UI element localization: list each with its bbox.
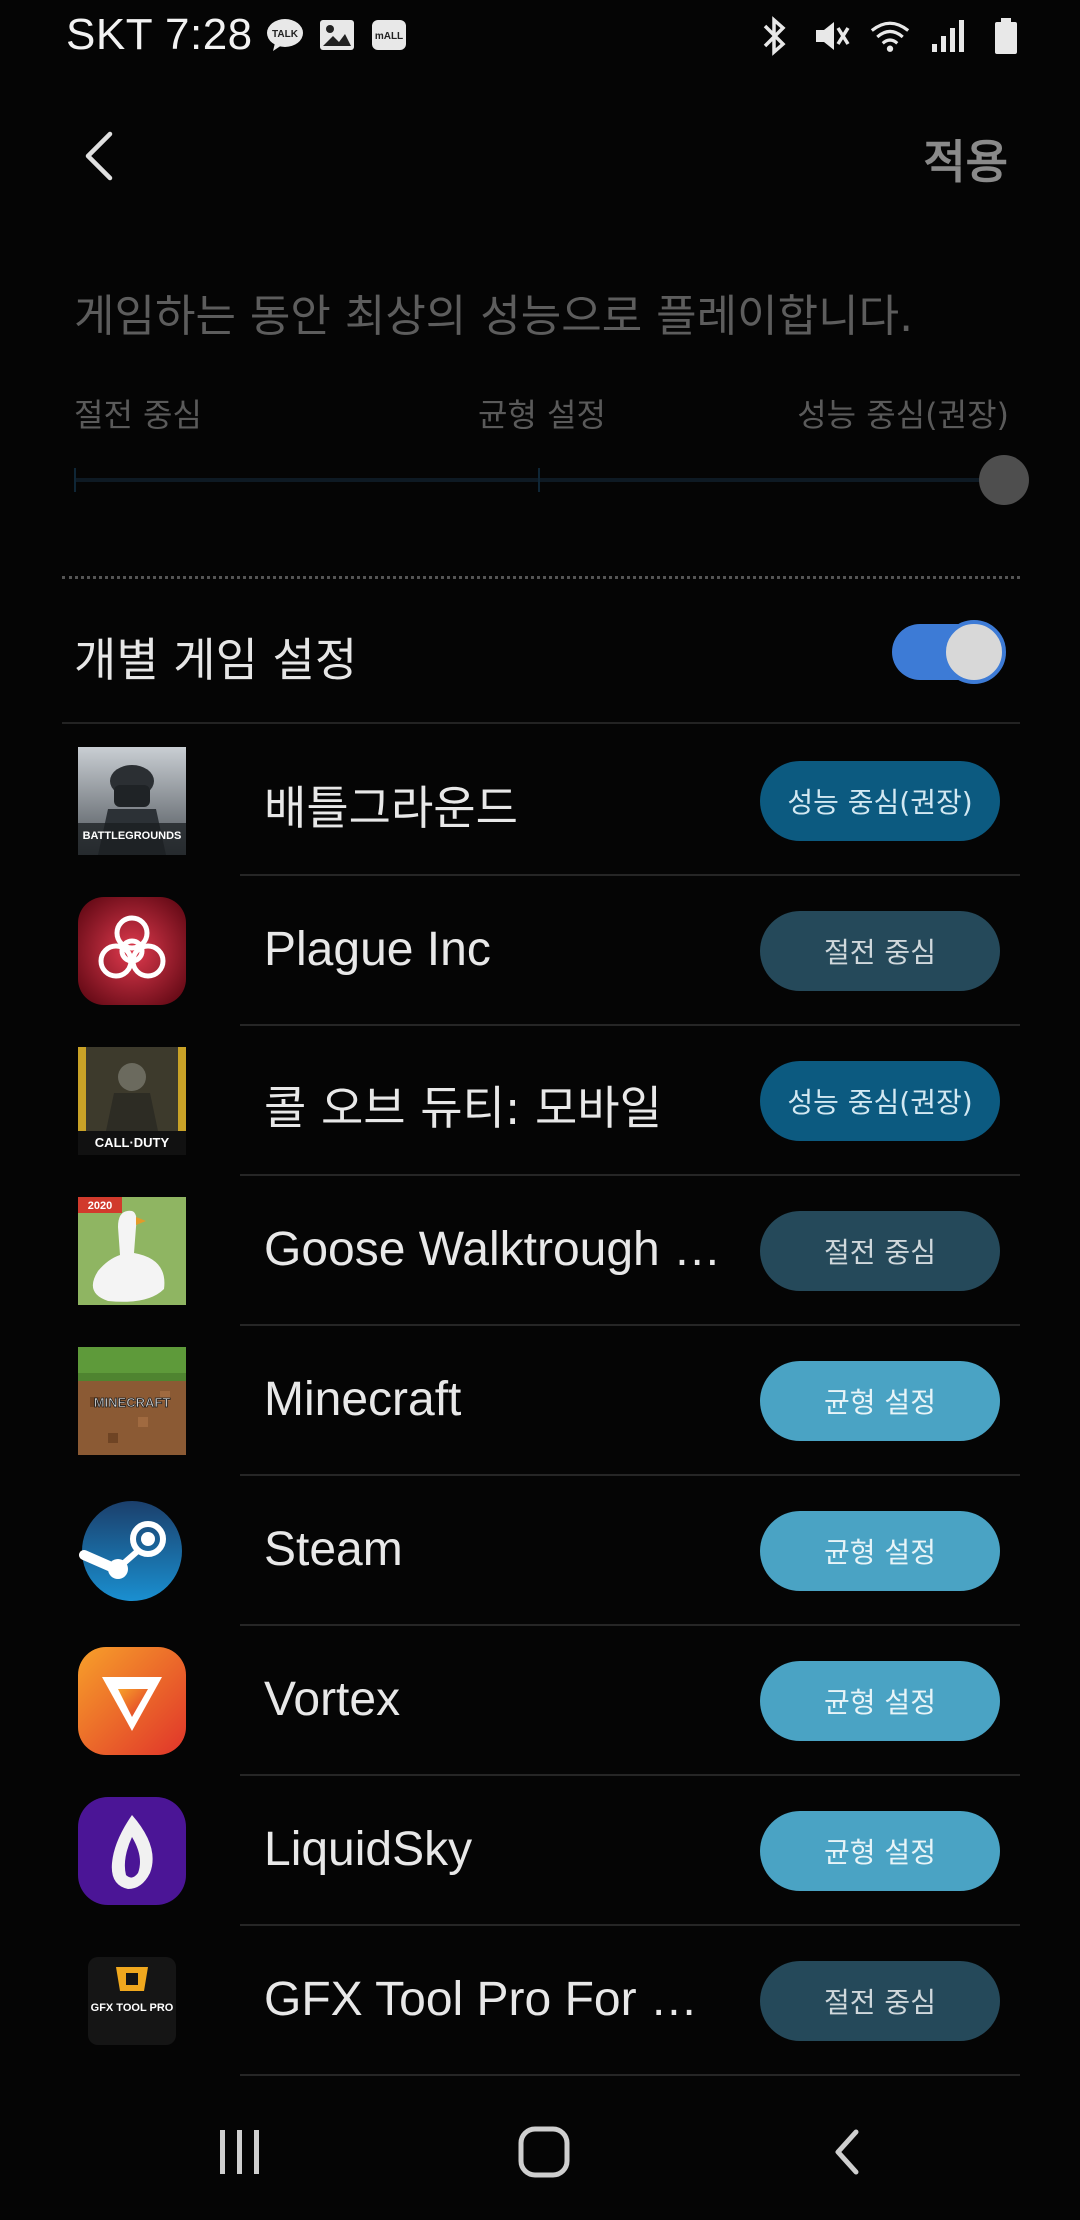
game-mode-button[interactable]: 균형 설정 bbox=[760, 1811, 1000, 1891]
toggle-knob bbox=[942, 620, 1006, 684]
game-row[interactable]: 2020 Goose Walktrough 2020 절전 중심 bbox=[62, 1176, 1020, 1326]
signal-icon bbox=[928, 14, 968, 58]
battery-icon bbox=[986, 14, 1026, 58]
game-row[interactable]: MINECRAFT Minecraft 균형 설정 bbox=[62, 1326, 1020, 1476]
game-name: Goose Walktrough 2020 bbox=[264, 1223, 744, 1276]
game-mode-button[interactable]: 균형 설정 bbox=[760, 1661, 1000, 1741]
gfx-tool-icon-text: GFX TOOL PRO bbox=[91, 2002, 174, 2014]
home-icon bbox=[518, 2126, 570, 2178]
game-row[interactable]: LiquidSky 균형 설정 bbox=[62, 1776, 1020, 1926]
back-icon bbox=[835, 2129, 859, 2175]
goose-icon-text: 2020 bbox=[88, 1200, 112, 1212]
game-name: Plague Inc bbox=[264, 923, 491, 976]
minecraft-icon: MINECRAFT bbox=[78, 1347, 186, 1455]
battlegrounds-icon-text: BATTLEGROUNDS bbox=[83, 830, 182, 842]
carrier-time: SKT 7:28 bbox=[66, 10, 253, 59]
home-button[interactable] bbox=[504, 2116, 584, 2188]
mode-description: 게임하는 동안 최상의 성능으로 플레이합니다. bbox=[74, 291, 914, 342]
balanced-label: 균형 설정 bbox=[478, 396, 606, 434]
game-mode-button[interactable]: 균형 설정 bbox=[760, 1361, 1000, 1441]
goose-icon: 2020 bbox=[78, 1197, 186, 1305]
performance-slider[interactable] bbox=[74, 450, 1029, 510]
game-mode-button[interactable]: 절전 중심 bbox=[760, 911, 1000, 991]
game-row[interactable]: CALL·DUTY 콜 오브 듀티: 모바일 성능 중심(권장) bbox=[62, 1026, 1020, 1176]
liquidsky-icon bbox=[78, 1797, 186, 1905]
recent-apps-icon bbox=[220, 2130, 259, 2174]
game-name: LiquidSky bbox=[264, 1823, 473, 1876]
game-name: 배틀그라운드 bbox=[264, 781, 518, 835]
mode-labels: 절전 중심 균형 설정 성능 중심(권장) bbox=[74, 390, 1009, 434]
game-name: 콜 오브 듀티: 모바일 bbox=[264, 1081, 662, 1135]
gfx-tool-icon: GFX TOOL PRO bbox=[78, 1947, 186, 2055]
navigation-bar bbox=[0, 2080, 1080, 2220]
game-name: GFX Tool Pro For Call of Duty bbox=[264, 1973, 724, 2026]
talk-icon: TALK bbox=[265, 15, 305, 55]
call-of-duty-icon: CALL·DUTY bbox=[78, 1047, 186, 1155]
battlegrounds-icon: BATTLEGROUNDS bbox=[78, 747, 186, 855]
game-mode-button[interactable]: 성능 중심(권장) bbox=[760, 761, 1000, 841]
individual-settings-toggle[interactable] bbox=[892, 620, 1006, 684]
game-name: Vortex bbox=[264, 1673, 401, 1726]
divider bbox=[62, 576, 1020, 579]
game-mode-button[interactable]: 성능 중심(권장) bbox=[760, 1061, 1000, 1141]
slider-thumb[interactable] bbox=[979, 455, 1029, 505]
plague-inc-icon bbox=[78, 897, 186, 1005]
slider-tick bbox=[74, 468, 76, 492]
game-row[interactable]: Steam 균형 설정 bbox=[62, 1476, 1020, 1626]
mall-icon: mALL bbox=[369, 15, 409, 55]
svg-text:mALL: mALL bbox=[374, 31, 402, 42]
nav-back-button[interactable] bbox=[806, 2116, 886, 2188]
game-name: Minecraft bbox=[264, 1373, 462, 1426]
game-row[interactable]: Vortex 균형 설정 bbox=[62, 1626, 1020, 1776]
status-bar: SKT 7:28 TALK mALL bbox=[0, 0, 1080, 76]
chevron-left-icon bbox=[85, 131, 113, 181]
game-row[interactable]: Plague Inc 절전 중심 bbox=[62, 876, 1020, 1026]
minecraft-icon-text: MINECRAFT bbox=[94, 1395, 171, 1410]
game-row[interactable]: GFX TOOL PRO GFX Tool Pro For Call of Du… bbox=[62, 1926, 1020, 2076]
bluetooth-icon bbox=[754, 14, 794, 58]
mute-icon bbox=[812, 14, 852, 58]
back-button[interactable] bbox=[70, 124, 126, 188]
individual-settings-row[interactable]: 개별 게임 설정 bbox=[62, 600, 1020, 724]
gallery-icon bbox=[317, 15, 357, 55]
slider-tick bbox=[538, 468, 540, 492]
call-of-duty-icon-text: CALL·DUTY bbox=[95, 1135, 170, 1150]
game-mode-button[interactable]: 균형 설정 bbox=[760, 1511, 1000, 1591]
steam-icon bbox=[78, 1497, 186, 1605]
svg-text:TALK: TALK bbox=[272, 29, 299, 40]
game-row[interactable]: BATTLEGROUNDS 배틀그라운드 성능 중심(권장) bbox=[62, 726, 1020, 876]
vortex-icon bbox=[78, 1647, 186, 1755]
power-saving-label: 절전 중심 bbox=[74, 396, 202, 434]
wifi-icon bbox=[870, 14, 910, 58]
individual-settings-title: 개별 게임 설정 bbox=[74, 633, 358, 687]
game-mode-button[interactable]: 절전 중심 bbox=[760, 1961, 1000, 2041]
game-mode-button[interactable]: 절전 중심 bbox=[760, 1211, 1000, 1291]
game-list: BATTLEGROUNDS 배틀그라운드 성능 중심(권장) Plague In… bbox=[62, 726, 1020, 2076]
performance-label: 성능 중심(권장) bbox=[797, 396, 1009, 434]
recent-apps-button[interactable] bbox=[200, 2116, 280, 2188]
game-name: Steam bbox=[264, 1523, 403, 1576]
apply-button[interactable]: 적용 bbox=[923, 126, 1008, 192]
